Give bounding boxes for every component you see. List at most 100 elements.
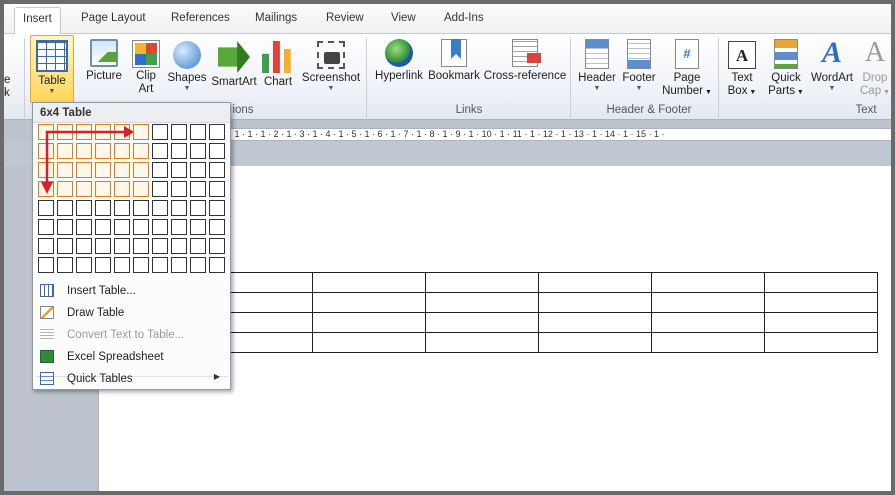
table-grid-cell[interactable] <box>190 162 206 178</box>
table-cell[interactable] <box>312 332 426 353</box>
table-grid-cell[interactable] <box>133 162 149 178</box>
table-grid-cell[interactable] <box>76 181 92 197</box>
table-grid-cell[interactable] <box>114 257 130 273</box>
tab-add-ins[interactable]: Add-Ins <box>438 12 490 24</box>
cross-reference-button[interactable]: Cross-reference <box>483 37 567 83</box>
menu-item-insert-table[interactable]: Insert Table... <box>33 280 230 302</box>
table-grid-cell[interactable] <box>95 219 111 235</box>
table-grid-cell[interactable] <box>209 162 225 178</box>
table-cell[interactable] <box>538 292 652 313</box>
table-grid-cell[interactable] <box>133 257 149 273</box>
table-grid-cell[interactable] <box>209 143 225 159</box>
table-grid-cell[interactable] <box>38 219 54 235</box>
table-cell[interactable] <box>651 312 765 333</box>
table-grid-cell[interactable] <box>95 143 111 159</box>
table-grid-cell[interactable] <box>95 181 111 197</box>
bookmark-button[interactable]: Bookmark <box>427 37 481 83</box>
table-grid-cell[interactable] <box>95 162 111 178</box>
table-size-grid[interactable] <box>38 124 228 276</box>
table-grid-cell[interactable] <box>95 257 111 273</box>
table-grid-cell[interactable] <box>114 219 130 235</box>
table-cell[interactable] <box>312 292 426 313</box>
table-grid-cell[interactable] <box>171 124 187 140</box>
table-cell[interactable] <box>425 272 539 293</box>
tab-view[interactable]: View <box>385 12 422 24</box>
table-grid-cell[interactable] <box>76 143 92 159</box>
table-grid-cell[interactable] <box>152 200 168 216</box>
table-grid-cell[interactable] <box>114 162 130 178</box>
table-grid-cell[interactable] <box>190 238 206 254</box>
table-grid-cell[interactable] <box>133 124 149 140</box>
table-cell[interactable] <box>764 272 878 293</box>
wordart-button[interactable]: A WordArt ▼ <box>808 37 856 93</box>
table-grid-cell[interactable] <box>190 219 206 235</box>
table-grid-cell[interactable] <box>38 238 54 254</box>
table-grid-cell[interactable] <box>152 162 168 178</box>
table-grid-cell[interactable] <box>76 257 92 273</box>
table-grid-cell[interactable] <box>171 143 187 159</box>
table-grid-cell[interactable] <box>209 124 225 140</box>
text-box-button[interactable]: A Text Box ▼ <box>722 37 762 99</box>
table-grid-cell[interactable] <box>38 143 54 159</box>
picture-button[interactable]: Picture <box>84 37 124 83</box>
table-grid-cell[interactable] <box>114 124 130 140</box>
table-grid-cell[interactable] <box>57 238 73 254</box>
tab-references[interactable]: References <box>165 12 236 24</box>
screenshot-button[interactable]: Screenshot ▼ <box>300 37 362 93</box>
table-grid-cell[interactable] <box>133 200 149 216</box>
table-grid-cell[interactable] <box>209 219 225 235</box>
table-grid-cell[interactable] <box>190 257 206 273</box>
table-grid-cell[interactable] <box>190 143 206 159</box>
table-grid-cell[interactable] <box>76 238 92 254</box>
table-grid-cell[interactable] <box>190 181 206 197</box>
table-grid-cell[interactable] <box>114 200 130 216</box>
table-grid-cell[interactable] <box>152 143 168 159</box>
footer-button[interactable]: Footer ▼ <box>618 37 660 93</box>
header-button[interactable]: Header ▼ <box>575 37 619 93</box>
table-grid-cell[interactable] <box>133 143 149 159</box>
table-grid-cell[interactable] <box>76 200 92 216</box>
table-cell[interactable] <box>312 312 426 333</box>
tab-mailings[interactable]: Mailings <box>249 12 303 24</box>
table-grid-cell[interactable] <box>76 124 92 140</box>
table-cell[interactable] <box>425 332 539 353</box>
table-grid-cell[interactable] <box>209 200 225 216</box>
table-cell[interactable] <box>651 292 765 313</box>
table-grid-cell[interactable] <box>152 181 168 197</box>
table-grid-cell[interactable] <box>57 162 73 178</box>
table-grid-cell[interactable] <box>38 124 54 140</box>
quick-parts-button[interactable]: Quick Parts ▼ <box>765 37 807 99</box>
table-button[interactable]: Table ▼ <box>30 35 74 103</box>
table-grid-cell[interactable] <box>95 124 111 140</box>
table-grid-cell[interactable] <box>57 143 73 159</box>
table-grid-cell[interactable] <box>171 181 187 197</box>
table-cell[interactable] <box>764 312 878 333</box>
table-grid-cell[interactable] <box>76 219 92 235</box>
menu-item-quick-tables[interactable]: Quick Tables ▶ <box>33 368 230 390</box>
table-cell[interactable] <box>538 272 652 293</box>
table-grid-cell[interactable] <box>57 219 73 235</box>
menu-item-convert-text[interactable]: Convert Text to Table... <box>33 324 230 346</box>
table-grid-cell[interactable] <box>133 219 149 235</box>
table-grid-cell[interactable] <box>133 181 149 197</box>
shapes-button[interactable]: Shapes ▼ <box>167 37 207 93</box>
table-grid-cell[interactable] <box>171 219 187 235</box>
drop-cap-button[interactable]: A Drop Cap ▼ <box>856 37 891 99</box>
table-grid-cell[interactable] <box>152 124 168 140</box>
table-cell[interactable] <box>538 332 652 353</box>
table-cell[interactable] <box>764 332 878 353</box>
table-grid-cell[interactable] <box>57 124 73 140</box>
menu-item-draw-table[interactable]: Draw Table <box>33 302 230 324</box>
table-grid-cell[interactable] <box>171 200 187 216</box>
tab-page-layout[interactable]: Page Layout <box>75 12 152 24</box>
table-grid-cell[interactable] <box>171 238 187 254</box>
table-cell[interactable] <box>312 272 426 293</box>
table-grid-cell[interactable] <box>38 162 54 178</box>
table-cell[interactable] <box>425 292 539 313</box>
tab-review[interactable]: Review <box>320 12 370 24</box>
table-grid-cell[interactable] <box>152 238 168 254</box>
table-grid-cell[interactable] <box>95 238 111 254</box>
table-grid-cell[interactable] <box>38 181 54 197</box>
clip-art-button[interactable]: Clip Art <box>131 37 161 96</box>
table-grid-cell[interactable] <box>209 181 225 197</box>
